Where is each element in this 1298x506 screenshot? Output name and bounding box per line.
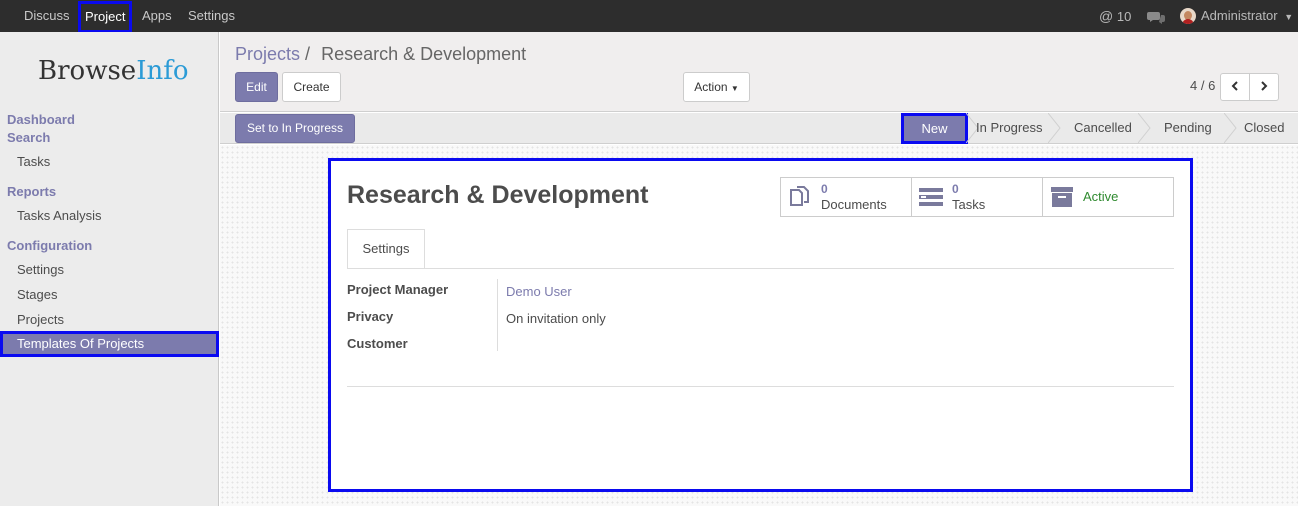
tab-settings[interactable]: Settings [347,229,425,269]
stage-cancelled[interactable]: Cancelled [1074,113,1132,143]
user-menu[interactable]: Administrator ▼ [1201,0,1293,32]
sidebar-section-reports: Reports [7,184,57,199]
pager-value[interactable]: 4 / 6 [1190,78,1215,93]
sidebar-item-templates-of-projects[interactable]: Templates Of Projects [0,331,219,357]
privacy-value: On invitation only [506,311,606,326]
stage-arrow-icon [1138,113,1151,143]
breadcrumb: Projects / Research & Development [235,44,526,65]
stage-new[interactable]: New [901,113,968,144]
sidebar: BrowseInfo Dashboard Search Tasks Report… [0,32,219,506]
breadcrumb-separator: / [305,44,311,64]
breadcrumb-current: Research & Development [321,44,527,64]
stage-pending[interactable]: Pending [1164,113,1212,143]
sidebar-item-stages[interactable]: Stages [17,287,57,302]
pager-previous-button[interactable] [1220,73,1250,101]
documents-button[interactable]: 0 Documents [780,177,912,217]
pager-next-button[interactable] [1249,73,1279,101]
stage-in-progress[interactable]: In Progress [976,113,1042,143]
tasks-button[interactable]: 0 Tasks [911,177,1043,217]
user-avatar[interactable] [1180,8,1196,24]
tasks-icon [918,184,944,210]
form-sheet: Research & Development 0 Documents 0 Tas… [328,158,1193,492]
user-name: Administrator [1201,8,1278,23]
stage-closed[interactable]: Closed [1244,113,1284,143]
tasks-count: 0 [952,182,959,196]
tab-divider [347,268,1174,269]
sidebar-item-tasks[interactable]: Tasks [17,154,50,169]
chevron-left-icon [1231,80,1239,94]
chat-icon[interactable] [1147,0,1165,32]
status-bar: Set to In Progress New In Progress Cance… [220,113,1298,144]
sidebar-item-settings[interactable]: Settings [17,262,64,277]
customer-label: Customer [347,336,408,351]
sidebar-item-projects[interactable]: Projects [17,312,64,327]
control-panel: Projects / Research & Development Edit C… [220,32,1298,112]
menu-discuss[interactable]: Discuss [24,0,70,32]
caret-down-icon: ▼ [1284,12,1294,22]
action-dropdown[interactable]: Action ▼ [683,72,750,102]
documents-label: Documents [821,197,887,212]
sidebar-section-configuration: Configuration [7,238,93,253]
project-manager-value[interactable]: Demo User [506,284,572,299]
edit-button[interactable]: Edit [235,72,278,102]
stage-arrow-icon [1224,113,1237,143]
documents-icon [787,184,813,210]
sidebar-item-dashboard[interactable]: Dashboard [7,112,75,127]
active-toggle-button[interactable]: Active [1042,177,1174,217]
caret-down-icon: ▼ [730,84,739,93]
mentions-button[interactable]: @ 10 [1099,0,1131,32]
tasks-label: Tasks [952,197,986,212]
documents-count: 0 [821,182,828,196]
stage-arrow-icon [1048,113,1061,143]
menu-settings[interactable]: Settings [188,0,235,32]
project-manager-label: Project Manager [347,282,449,297]
active-label: Active [1083,189,1119,204]
project-title: Research & Development [347,181,649,209]
archive-icon [1049,184,1075,210]
at-icon: @ [1099,8,1114,24]
sidebar-item-tasks-analysis[interactable]: Tasks Analysis [17,208,102,223]
menu-project[interactable]: Project [78,1,133,33]
top-navbar: Discuss Project Apps Settings @ 10 Admin… [0,0,1298,33]
field-separator [497,279,498,351]
breadcrumb-projects[interactable]: Projects [235,44,300,64]
mentions-count: 10 [1116,9,1132,24]
create-button[interactable]: Create [282,72,341,102]
set-to-in-progress-button[interactable]: Set to In Progress [235,114,355,143]
company-logo: BrowseInfo [38,56,189,86]
chevron-right-icon [1260,80,1268,94]
section-divider [347,386,1174,387]
privacy-label: Privacy [347,309,394,324]
sidebar-section-search: Search [7,130,51,145]
menu-apps[interactable]: Apps [142,0,172,32]
action-label: Action [694,80,728,94]
